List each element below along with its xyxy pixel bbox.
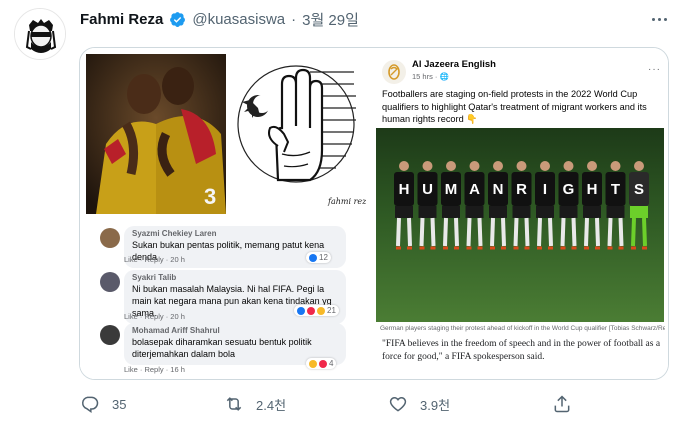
reaction-count: 12 (306, 252, 331, 263)
share-icon (554, 395, 570, 413)
shirt-letter: G (563, 181, 575, 198)
comment-author: Mohamad Ariff Shahrul (132, 326, 220, 335)
profile-avatar[interactable] (14, 8, 66, 60)
post-more-icon: ··· (648, 64, 661, 75)
heart-icon (389, 396, 407, 412)
reply-icon (82, 396, 99, 413)
al-jazeera-logo-icon (382, 60, 406, 84)
comment-author: Syazmi Chekiey Laren (132, 229, 217, 238)
post-author: Al Jazeera English (412, 59, 496, 70)
commenter-avatar (100, 325, 120, 345)
shirt-letter: H (587, 181, 598, 198)
fifa-quote: "FIFA believes in the freedom of speech … (382, 339, 661, 362)
al-jazeera-post: Al Jazeera English 15 hrs · 🌐 ··· Footba… (370, 48, 668, 379)
more-options-icon[interactable] (648, 8, 670, 30)
tweet-header: Fahmi Reza @kuasasiswa · 3월 29일 (80, 8, 359, 30)
shirt-letter: R (516, 181, 527, 198)
post-meta: 15 hrs · 🌐 (412, 72, 449, 81)
shirt-letter: A (469, 181, 480, 198)
shirt-number: 3 (204, 184, 216, 209)
left-collage: 3 fahmi rez Syazmi Chekiey Laren Sukan b… (80, 48, 371, 379)
reaction-count: 4 (306, 358, 337, 369)
shirt-letter: M (445, 181, 458, 198)
verified-badge-icon (170, 11, 186, 27)
comment-item: Syakri Talib Ni bukan masalah Malaysia. … (100, 270, 350, 324)
shirt-letter: U (422, 181, 433, 198)
masked-face-avatar-icon (15, 9, 65, 59)
comment-meta: Like · Reply · 20 h (124, 312, 185, 321)
reply-count: 35 (112, 396, 127, 412)
human-rights-protest-photo: HUMANRIGHTS (376, 128, 664, 322)
tweet-date[interactable]: 3월 29일 (302, 9, 359, 30)
comment-author: Syakri Talib (132, 273, 177, 282)
commenter-avatar (100, 228, 120, 248)
comment-item: Syazmi Chekiey Laren Sukan bukan pentas … (100, 226, 350, 268)
display-name[interactable]: Fahmi Reza (80, 11, 163, 28)
separator-dot: · (291, 10, 297, 28)
shirt-letter: H (399, 181, 410, 198)
shirt-letter: I (543, 181, 547, 198)
tweet-actions: 35 2.4천 3.9천 (80, 394, 640, 422)
comment-text: bolasepak diharamkan sesuatu bentuk poli… (132, 337, 312, 359)
football-players-photo: 3 (86, 54, 226, 214)
comment-meta: Like · Reply · 20 h (124, 255, 185, 264)
post-text: Footballers are staging on-field protest… (382, 89, 647, 124)
tweet-media-image[interactable]: 3 fahmi rez Syazmi Chekiey Laren Sukan b… (79, 47, 669, 380)
shirt-letter: T (611, 181, 620, 198)
retweet-count: 2.4천 (256, 397, 287, 413)
shirt-letter: N (493, 181, 504, 198)
reaction-count: 21 (294, 305, 339, 316)
art-signature: fahmi reza (327, 197, 366, 206)
retweet-icon (226, 397, 242, 411)
photo-caption: German players staging their protest ahe… (380, 325, 665, 332)
like-button[interactable]: 3.9천 (388, 394, 450, 414)
reply-button[interactable]: 35 (80, 394, 126, 414)
comment-meta: Like · Reply · 16 h (124, 365, 185, 374)
facebook-comments: Syazmi Chekiey Laren Sukan bukan pentas … (80, 218, 370, 379)
user-handle[interactable]: @kuasasiswa (192, 11, 285, 28)
like-count: 3.9천 (420, 397, 451, 413)
shirt-letter: S (634, 181, 644, 198)
commenter-avatar (100, 272, 120, 292)
retweet-button[interactable]: 2.4천 (224, 394, 286, 414)
share-button[interactable] (552, 394, 572, 414)
comment-item: Mohamad Ariff Shahrul bolasepak diharamk… (100, 323, 350, 377)
three-finger-salute-artwork: fahmi reza (230, 54, 371, 214)
